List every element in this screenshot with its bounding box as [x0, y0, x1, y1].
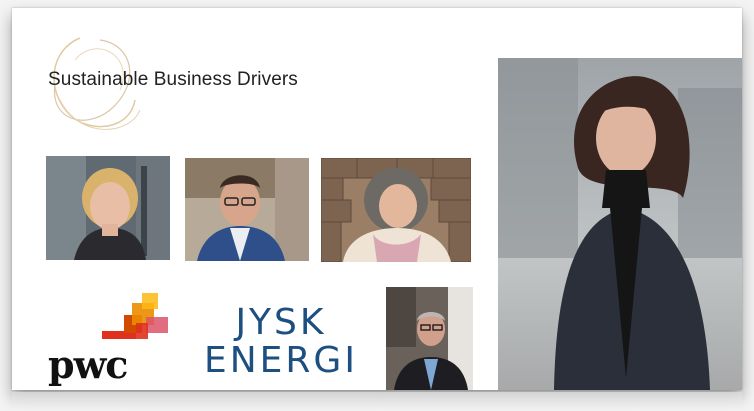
presentation-slide: Sustainable Business Drivers pwc JYSK EN… — [12, 8, 742, 390]
portrait-woman-dark-hair-large — [498, 58, 742, 390]
pwc-logo-wordmark: pwc — [48, 342, 128, 387]
jysk-energi-line1: JYSK — [235, 302, 327, 343]
pwc-logo-blocks — [102, 293, 168, 339]
portrait-man-glasses-small — [386, 287, 473, 390]
jysk-energi-logo: JYSK ENERGI — [204, 304, 358, 380]
portrait-woman-blonde — [46, 156, 170, 260]
portrait-man-glasses-suit — [185, 158, 309, 261]
portrait-woman-curly-hair — [321, 158, 471, 262]
slide-reflection — [12, 392, 742, 411]
jysk-energi-line2: ENERGI — [204, 340, 358, 381]
slide-title: Sustainable Business Drivers — [48, 69, 298, 90]
